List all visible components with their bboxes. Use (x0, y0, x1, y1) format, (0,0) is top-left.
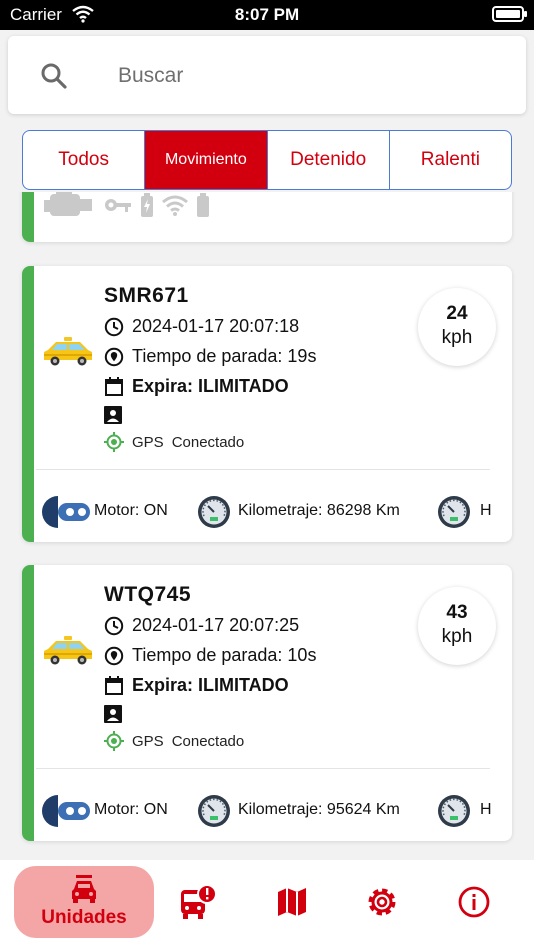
bus-alert-icon (181, 884, 217, 919)
driver-row (104, 406, 122, 424)
status-bar: Carrier 8:07 PM (0, 0, 534, 30)
tab-unidades[interactable]: Unidades (14, 866, 154, 938)
clock-time: 8:07 PM (234, 5, 300, 24)
sensor-icons (42, 192, 210, 220)
tab-info[interactable] (454, 866, 494, 938)
speed-badge: 43 kph (418, 587, 496, 665)
expiry-row: Expira: ILIMITADO (104, 675, 289, 696)
stop-time-row: Tiempo de parada: 19s (104, 346, 316, 367)
gauge-icon (438, 795, 470, 827)
card-footer: Motor: ON Kilometraje: 86298 Km H (42, 492, 512, 532)
last-update-row: 2024-01-17 20:07:18 (104, 316, 299, 337)
extra-metric: H (480, 502, 492, 519)
ignition-key-icon (42, 496, 90, 528)
clock-icon (104, 616, 124, 635)
last-update-row: 2024-01-17 20:07:25 (104, 615, 299, 636)
search-bar[interactable]: Buscar (8, 36, 526, 114)
divider (36, 768, 490, 769)
last-update-time: 2024-01-17 20:07:25 (132, 615, 300, 635)
filter-todos[interactable]: Todos (23, 131, 146, 189)
speed-value: 43 (446, 602, 468, 623)
wifi-icon (162, 195, 188, 216)
expiry-text: Expira: ILIMITADO (132, 376, 289, 396)
battery-icon (492, 6, 527, 22)
search-icon (41, 63, 67, 89)
taxi-icon (44, 636, 92, 665)
gauge-icon (198, 496, 230, 528)
vehicle-plate: WTQ745 (104, 583, 192, 606)
gps-target-icon (104, 731, 124, 751)
gear-icon (368, 888, 396, 916)
location-pin-icon (104, 347, 124, 366)
motor-status: Motor: ON (94, 801, 168, 818)
gauge-icon (198, 795, 230, 827)
id-card-icon (104, 406, 122, 424)
expiry-row: Expira: ILIMITADO (104, 376, 289, 397)
vehicle-list: SMR671 2024-01-17 20:07:18 Tiempo de par… (0, 192, 534, 860)
gps-row: GPS Conectado (104, 731, 244, 751)
bottom-nav: Unidades (0, 860, 534, 950)
stop-time: Tiempo de parada: 19s (132, 346, 317, 366)
tab-unidades-label: Unidades (41, 907, 127, 928)
filter-movimiento[interactable]: Movimiento (145, 131, 268, 189)
extra-metric: H (480, 801, 492, 818)
location-pin-icon (104, 646, 124, 665)
expiry-text: Expira: ILIMITADO (132, 675, 289, 695)
vehicle-card[interactable]: WTQ745 2024-01-17 20:07:25 Tiempo de par… (22, 565, 512, 841)
gps-target-icon (104, 432, 124, 452)
last-update-time: 2024-01-17 20:07:18 (132, 316, 300, 336)
gps-status: Conectado (171, 433, 245, 451)
tab-settings[interactable] (362, 866, 402, 938)
status-stripe (22, 565, 34, 841)
stop-time: Tiempo de parada: 10s (132, 645, 317, 665)
ignition-key-icon (42, 795, 90, 827)
vehicle-card-partial[interactable] (22, 192, 512, 242)
map-icon (278, 888, 306, 916)
vehicle-card[interactable]: SMR671 2024-01-17 20:07:18 Tiempo de par… (22, 266, 512, 542)
battery-icon (197, 193, 209, 217)
speed-unit: kph (441, 626, 473, 647)
gps-label: GPS (132, 732, 164, 750)
battery-charging-icon (141, 193, 153, 217)
tab-map[interactable] (272, 866, 312, 938)
taxi-icon (44, 337, 92, 366)
status-stripe (22, 192, 34, 242)
speed-badge: 24 kph (418, 288, 496, 366)
driver-row (104, 705, 122, 723)
motor-status: Motor: ON (94, 502, 168, 519)
gps-status: Conectado (171, 732, 245, 750)
divider (36, 469, 490, 470)
gps-row: GPS Conectado (104, 432, 244, 452)
speed-value: 24 (446, 303, 468, 324)
odometer: Kilometraje: 86298 Km (238, 502, 400, 519)
key-icon (105, 199, 131, 212)
odometer: Kilometraje: 95624 Km (238, 801, 400, 818)
status-stripe (22, 266, 34, 542)
engine-icon (44, 192, 92, 216)
filter-detenido[interactable]: Detenido (268, 131, 390, 189)
info-icon (458, 886, 490, 918)
gauge-icon (438, 496, 470, 528)
id-card-icon (104, 705, 122, 723)
tab-alerts[interactable] (176, 866, 220, 938)
card-footer: Motor: ON Kilometraje: 95624 Km H (42, 791, 512, 831)
clock-icon (104, 317, 124, 336)
speed-unit: kph (441, 327, 473, 348)
car-icon (72, 875, 96, 903)
calendar-icon (105, 376, 123, 396)
filter-ralenti[interactable]: Ralenti (390, 131, 511, 189)
calendar-icon (105, 675, 123, 695)
status-filter: Todos Movimiento Detenido Ralenti (22, 130, 512, 190)
stop-time-row: Tiempo de parada: 10s (104, 645, 316, 666)
vehicle-plate: SMR671 (104, 284, 189, 307)
search-input[interactable]: Buscar (118, 64, 183, 88)
gps-label: GPS (132, 433, 164, 451)
